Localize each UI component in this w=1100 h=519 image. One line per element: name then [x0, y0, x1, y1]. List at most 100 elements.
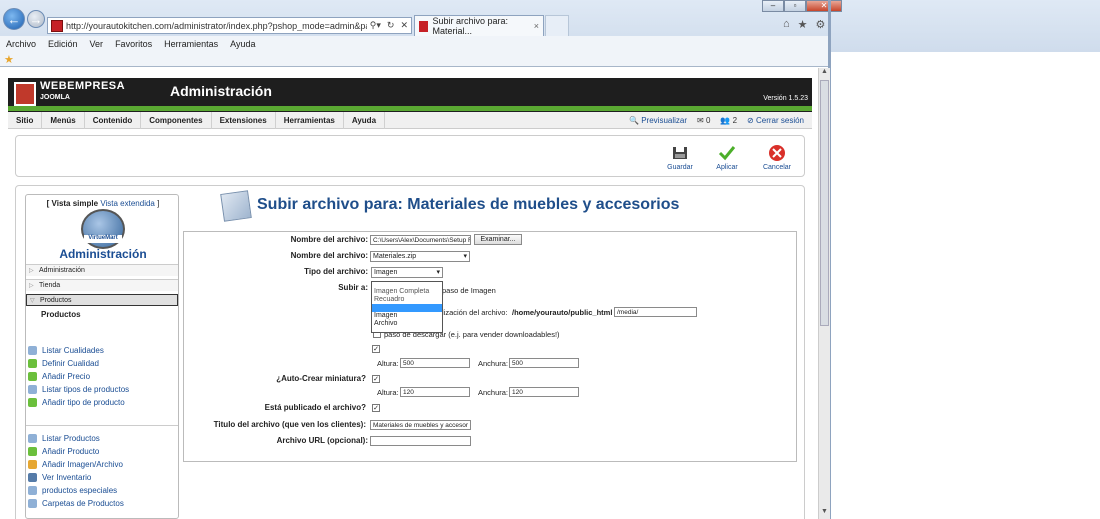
- minimize-icon[interactable]: –: [762, 0, 784, 12]
- browser-toolbar-icons: ⌂ ★ ⚙: [783, 18, 825, 31]
- height-label: Altura:: [377, 359, 399, 368]
- scroll-up-icon[interactable]: ▲: [819, 68, 830, 79]
- sidebar-link-anadir-precio[interactable]: Añadir Precio: [28, 372, 90, 381]
- action-toolbar: Guardar Aplicar Cancelar: [15, 135, 805, 177]
- sidebar-link-anadir-imagen[interactable]: Añadir Imagen/Archivo: [28, 460, 123, 469]
- option-imagen-completa[interactable]: Imagen Completa: [372, 288, 442, 296]
- height-input[interactable]: 500: [400, 358, 470, 368]
- scroll-thumb[interactable]: [820, 80, 829, 326]
- home-icon[interactable]: ⌂: [783, 18, 790, 31]
- menu-herramientas[interactable]: Herramientas: [164, 39, 218, 49]
- published-label: Está publicado el archivo?: [264, 403, 366, 412]
- page-scrollbar[interactable]: ▲ ▼: [818, 68, 830, 519]
- sidebar-section-productos[interactable]: Productos: [26, 294, 178, 307]
- nav-extensiones[interactable]: Extensiones: [212, 111, 276, 129]
- extended-view-link[interactable]: Vista extendida: [100, 199, 155, 208]
- maximize-icon[interactable]: ▫: [784, 0, 806, 12]
- site-favicon-icon: [51, 19, 63, 32]
- file-path-input[interactable]: C:\Users\Alex\Documents\Setup F: [370, 235, 471, 245]
- browser-tab[interactable]: Subir archivo para: Material... ×: [414, 15, 544, 36]
- type-label: Tipo del archivo:: [304, 267, 368, 276]
- nav-ayuda[interactable]: Ayuda: [344, 111, 386, 129]
- sidebar-subheading: Productos: [41, 310, 81, 319]
- upload-to-label: Subir a:: [338, 283, 368, 292]
- menu-ver[interactable]: Ver: [90, 39, 104, 49]
- menu-ayuda[interactable]: Ayuda: [230, 39, 255, 49]
- list-icon: [28, 434, 37, 443]
- option-imagen[interactable]: Imagen: [372, 312, 442, 320]
- sidebar-link-listar-cualidades[interactable]: Listar Cualidades: [28, 346, 104, 355]
- tab-close-icon[interactable]: ×: [534, 21, 539, 31]
- option-archivo[interactable]: Archivo: [372, 320, 442, 328]
- scroll-down-icon[interactable]: ▼: [819, 508, 830, 519]
- menu-archivo[interactable]: Archivo: [6, 39, 36, 49]
- favorites-bar: ★: [0, 51, 830, 67]
- nav-herramientas[interactable]: Herramientas: [276, 111, 344, 129]
- add-favorite-icon[interactable]: ★: [4, 53, 14, 66]
- thumb-checkbox[interactable]: ✓: [372, 375, 380, 383]
- list-icon: [28, 486, 37, 495]
- nav-componentes[interactable]: Componentes: [141, 111, 212, 129]
- file-title-input[interactable]: Materiales de muebles y accesor: [370, 420, 471, 430]
- save-button[interactable]: Guardar: [660, 144, 700, 171]
- file-type-select[interactable]: Imagen: [371, 267, 443, 278]
- browse-button[interactable]: Examinar...: [474, 234, 522, 245]
- thumb-width-input[interactable]: 120: [509, 387, 579, 397]
- published-checkbox[interactable]: ✓: [372, 404, 380, 412]
- sidebar-section-tienda[interactable]: Tienda: [26, 279, 178, 292]
- close-window-icon[interactable]: ✕: [806, 0, 842, 12]
- file-name-select[interactable]: Materiales.zip: [370, 251, 470, 262]
- sidebar-divider: [26, 425, 178, 426]
- back-button[interactable]: ←: [3, 8, 25, 30]
- add-icon: [28, 447, 37, 456]
- search-icon[interactable]: ⚲▾: [367, 20, 384, 31]
- upload-image-path-option[interactable]: paso de Imagen: [442, 286, 496, 295]
- logout-link[interactable]: ⊘ Cerrar sesión: [747, 116, 804, 125]
- menu-favoritos[interactable]: Favoritos: [115, 39, 152, 49]
- menu-edicion[interactable]: Edición: [48, 39, 78, 49]
- file-type-dropdown[interactable]: Imagen Completa Recuadro Imagen Archivo: [371, 281, 443, 333]
- width-input[interactable]: 500: [509, 358, 579, 368]
- forward-button[interactable]: →: [27, 10, 45, 28]
- cancel-button[interactable]: Cancelar: [757, 144, 797, 171]
- sidebar-section-administracion[interactable]: Administración: [26, 264, 178, 277]
- tab-title: Subir archivo para: Material...: [432, 16, 509, 36]
- url-input[interactable]: [370, 436, 471, 446]
- sidebar-link-carpetas[interactable]: Carpetas de Productos: [28, 499, 124, 508]
- resize-checkbox[interactable]: ✓: [372, 345, 380, 353]
- sidebar-link-listar-productos[interactable]: Listar Productos: [28, 434, 100, 443]
- sidebar-title: Administración: [59, 247, 147, 261]
- nav-contenido[interactable]: Contenido: [85, 111, 142, 129]
- header-accent-bar: [8, 106, 812, 111]
- sidebar-link-productos-especiales[interactable]: productos especiales: [28, 486, 117, 495]
- messages-count[interactable]: ✉ 0: [697, 116, 710, 125]
- cancel-label: Cancelar: [762, 164, 791, 171]
- option-recuadro[interactable]: Recuadro: [372, 296, 442, 304]
- browser-menubar: Archivo Edición Ver Favoritos Herramient…: [0, 36, 830, 51]
- virtuemart-logo-text: VirtueMart: [84, 235, 122, 243]
- sidebar-link-anadir-producto[interactable]: Añadir Producto: [28, 447, 99, 456]
- new-tab-button[interactable]: [545, 15, 569, 36]
- sidebar-link-anadir-tipo[interactable]: Añadir tipo de producto: [28, 398, 125, 407]
- preview-link[interactable]: 🔍 Previsualizar: [629, 116, 687, 125]
- location-input[interactable]: /media/: [614, 307, 697, 317]
- page-title: Subir archivo para: Materiales de mueble…: [257, 196, 680, 213]
- tools-gear-icon[interactable]: ⚙: [816, 18, 826, 31]
- inventory-icon: [28, 473, 37, 482]
- refresh-icon[interactable]: ↻: [384, 20, 398, 31]
- apply-button[interactable]: Aplicar: [707, 144, 747, 171]
- sidebar-link-listar-tipos[interactable]: Listar tipos de productos: [28, 385, 129, 394]
- sidebar-link-definir-cualidad[interactable]: Definir Cualidad: [28, 359, 99, 368]
- sidebar-link-ver-inventario[interactable]: Ver Inventario: [28, 473, 91, 482]
- thumb-height-input[interactable]: 120: [400, 387, 470, 397]
- nav-sitio[interactable]: Sitio: [8, 111, 43, 129]
- admin-nav: Sitio Menús Contenido Componentes Extens…: [8, 111, 812, 129]
- address-bar[interactable]: http://yourautokitchen.com/administrator…: [47, 17, 412, 34]
- favorites-star-icon[interactable]: ★: [798, 18, 808, 31]
- option-blank[interactable]: [372, 304, 442, 312]
- add-icon: [28, 372, 37, 381]
- cancel-x-icon: [769, 145, 785, 161]
- stop-icon[interactable]: ✕: [397, 20, 411, 31]
- header-title: Administración: [170, 83, 272, 99]
- nav-menus[interactable]: Menús: [42, 111, 85, 129]
